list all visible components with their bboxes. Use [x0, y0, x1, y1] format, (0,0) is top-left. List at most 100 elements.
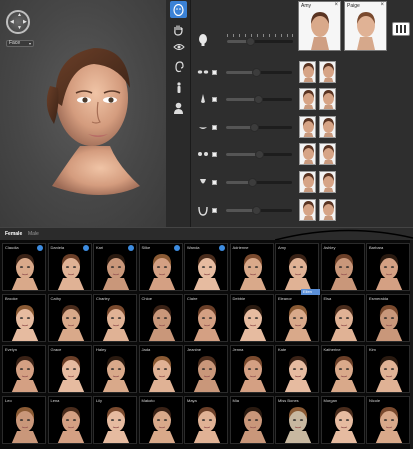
panel-toggle-button[interactable] — [392, 22, 410, 36]
character-tile[interactable]: Jenna — [229, 345, 274, 393]
character-tile[interactable]: Evelyn — [2, 345, 46, 393]
character-name: Kate — [278, 347, 287, 352]
camera-nav-control[interactable]: ▲ ▼ ◀ ▶ — [6, 10, 30, 34]
feature-slider-knob[interactable] — [255, 150, 264, 159]
feature-target-thumbnail[interactable] — [299, 61, 316, 83]
close-icon[interactable]: × — [334, 2, 338, 8]
character-tile[interactable]: Brooke — [2, 294, 46, 342]
feature-target-thumbnail[interactable] — [299, 88, 316, 110]
character-thumbnail — [330, 254, 357, 290]
character-thumbnail — [57, 305, 84, 341]
tab-female[interactable]: Female — [5, 231, 22, 237]
character-tile[interactable]: Grace — [47, 345, 92, 393]
face-blend-icon — [199, 34, 207, 46]
eye-tool-icon[interactable] — [170, 38, 187, 55]
feature-target-thumbnail[interactable] — [319, 61, 336, 83]
face-tool-icon[interactable] — [170, 1, 187, 18]
character-tile[interactable]: Nicole — [366, 396, 410, 444]
character-name: Debbie — [232, 296, 246, 301]
feature-slider[interactable] — [226, 95, 292, 104]
character-tile[interactable]: Claire — [184, 294, 228, 342]
feature-checkbox[interactable] — [212, 152, 217, 157]
feature-target-thumbnail[interactable] — [299, 116, 316, 138]
feature-target-thumbnail[interactable] — [319, 199, 336, 221]
character-tile[interactable]: Makoto — [138, 396, 183, 444]
feature-slider[interactable] — [226, 123, 292, 132]
character-tile[interactable]: Wanda — [184, 243, 228, 291]
jaw-icon — [197, 204, 209, 216]
arrow-up-icon[interactable]: ▲ — [17, 13, 22, 18]
character-tile[interactable]: Katherine — [320, 345, 365, 393]
blend-target-paige[interactable]: Paige × — [344, 1, 387, 51]
character-tile[interactable]: Chloe — [138, 294, 183, 342]
arrow-right-icon[interactable]: ▶ — [23, 20, 27, 25]
character-thumbnail — [11, 254, 39, 290]
feature-slider-knob[interactable] — [253, 95, 263, 104]
feature-checkbox[interactable] — [212, 208, 217, 213]
character-name: Ashley — [323, 245, 336, 250]
character-tile[interactable]: Kate — [275, 345, 319, 393]
character-tile[interactable]: Esmeralda — [366, 294, 410, 342]
character-tile[interactable]: Daniela — [47, 243, 92, 291]
character-tile[interactable]: Kari — [93, 243, 137, 291]
feature-slider[interactable] — [226, 206, 292, 215]
ear-tool-icon[interactable] — [170, 58, 187, 75]
close-icon[interactable]: × — [380, 2, 384, 8]
character-name: Chloe — [141, 296, 152, 301]
feature-checkbox[interactable] — [212, 180, 217, 185]
character-tile[interactable]: Eleanor — [275, 294, 319, 342]
arrow-down-icon[interactable]: ▼ — [17, 26, 22, 31]
character-tile[interactable]: Charley — [93, 294, 137, 342]
feature-target-thumbnail[interactable] — [319, 171, 336, 193]
character-tile[interactable]: Silke — [138, 243, 183, 291]
character-tile[interactable]: Kim — [366, 345, 410, 393]
3d-viewport[interactable]: ▲ ▼ ◀ ▶ Face ▾ — [0, 0, 166, 227]
feature-slider-knob[interactable] — [251, 68, 261, 77]
character-tile[interactable]: Lily — [93, 396, 137, 444]
character-tile[interactable]: Ashley — [320, 243, 365, 291]
feature-target-thumbnail[interactable] — [319, 88, 336, 110]
feature-target-thumbnail[interactable] — [299, 143, 316, 165]
feature-slider-knob[interactable] — [249, 123, 259, 132]
character-thumbnail — [148, 305, 175, 341]
feature-checkbox[interactable] — [212, 70, 217, 75]
feature-checkbox[interactable] — [212, 97, 217, 102]
character-tile[interactable]: Claudia — [2, 243, 46, 291]
character-tile[interactable]: Barbara — [366, 243, 410, 291]
head-model[interactable] — [32, 36, 152, 206]
character-tile[interactable]: Jada — [138, 345, 183, 393]
character-tile[interactable]: Adrienne — [229, 243, 274, 291]
feature-slider[interactable] — [226, 178, 292, 187]
hand-tool-icon[interactable] — [170, 21, 187, 38]
feature-target-thumbnail[interactable] — [319, 143, 336, 165]
character-tile[interactable]: Maya — [184, 396, 228, 444]
character-tile[interactable]: Morgan — [320, 396, 365, 444]
character-tile[interactable]: Miss Bones — [275, 396, 319, 444]
character-tile[interactable]: Amy — [275, 243, 319, 291]
feature-slider[interactable] — [226, 68, 292, 77]
view-select[interactable]: Face ▾ — [6, 40, 34, 47]
feature-target-thumbnail[interactable] — [319, 116, 336, 138]
tab-male[interactable]: Male — [28, 231, 39, 237]
blend-target-amy[interactable]: Amy × — [298, 1, 341, 51]
custom-badge-icon — [128, 245, 134, 251]
character-tile[interactable]: Jeanine — [184, 345, 228, 393]
character-name: Lily — [96, 398, 103, 403]
bust-tool-icon[interactable] — [170, 99, 187, 116]
character-tile[interactable]: Mia — [229, 396, 274, 444]
feature-target-thumbnail[interactable] — [299, 171, 316, 193]
character-tile[interactable]: Lena — [47, 396, 92, 444]
feature-slider[interactable] — [226, 150, 292, 159]
character-tile[interactable]: Cathy — [47, 294, 92, 342]
blend-target-thumbnail — [357, 12, 375, 50]
blend-slider[interactable] — [227, 37, 293, 46]
character-name: Elsa — [323, 296, 332, 301]
character-tile[interactable]: Elsa — [320, 294, 365, 342]
arrow-left-icon[interactable]: ◀ — [10, 20, 14, 25]
character-tile[interactable]: Leo — [2, 396, 46, 444]
feature-target-thumbnail[interactable] — [299, 199, 316, 221]
body-tool-icon[interactable] — [170, 79, 187, 96]
feature-checkbox[interactable] — [212, 125, 217, 130]
character-tile[interactable]: Haley — [93, 345, 137, 393]
character-tile[interactable]: Debbie — [229, 294, 274, 342]
